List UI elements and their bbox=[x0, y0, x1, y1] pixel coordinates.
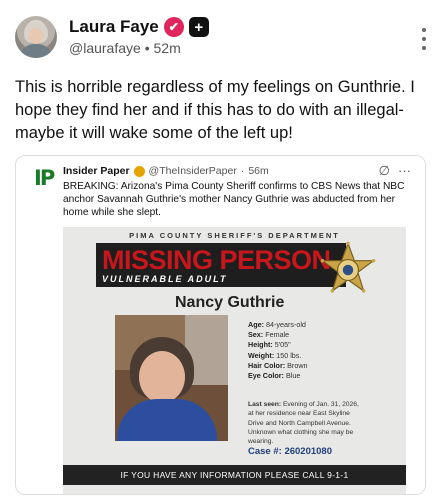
quoted-text: BREAKING: Arizona's Pima County Sheriff … bbox=[63, 181, 405, 218]
detail-row: Height: 5'05" bbox=[248, 340, 291, 350]
quoted-post-header: Insider Paper @TheInsiderPaper · 56m bbox=[63, 165, 269, 177]
quoted-handle[interactable]: @TheInsiderPaper bbox=[149, 165, 237, 177]
plus-icon[interactable]: + bbox=[188, 17, 209, 37]
poster-banner: MISSING PERSON VULNERABLE ADULT bbox=[96, 243, 346, 287]
display-name[interactable]: Laura Faye bbox=[69, 17, 159, 37]
person-details: Age: 84-years-old Sex: Female Height: 5'… bbox=[248, 320, 393, 381]
detail-row: Eye Color: Blue bbox=[248, 371, 301, 381]
sheriff-star-badge-icon bbox=[320, 241, 376, 293]
separator: • bbox=[144, 40, 150, 56]
last-seen: Last seen: Evening of Jan. 31, 2026, at … bbox=[248, 400, 363, 446]
verified-badge-icon: ✔ bbox=[163, 17, 184, 37]
missing-person-poster[interactable]: PIMA COUNTY SHERIFF'S DEPARTMENT MISSING… bbox=[63, 227, 406, 494]
quoted-icons: ∅ ··· bbox=[379, 163, 411, 179]
post-text: This is horrible regardless of my feelin… bbox=[15, 78, 415, 142]
grok-icon[interactable]: ∅ bbox=[379, 163, 390, 179]
detail-row: Hair Color: Brown bbox=[248, 360, 308, 370]
missing-person-photo bbox=[115, 315, 228, 441]
handle[interactable]: @laurafaye bbox=[69, 40, 141, 56]
post-time: 52m bbox=[153, 40, 181, 56]
gold-verified-icon bbox=[133, 165, 145, 177]
quoted-post-card[interactable]: IP Insider Paper @TheInsiderPaper · 56m … bbox=[15, 155, 426, 495]
detail-row: Weight: 150 lbs. bbox=[248, 350, 302, 360]
poster-department: PIMA COUNTY SHERIFF'S DEPARTMENT bbox=[129, 231, 340, 240]
quoted-time: 56m bbox=[248, 165, 269, 177]
poster-subheadline: VULNERABLE ADULT bbox=[102, 274, 228, 284]
post-header: Laura Faye ✔ + @laurafaye • 52m bbox=[15, 14, 427, 62]
more-vertical-icon[interactable] bbox=[421, 28, 427, 50]
insider-paper-logo: IP bbox=[34, 166, 55, 190]
more-horizontal-icon[interactable]: ··· bbox=[398, 163, 411, 179]
quoted-display-name[interactable]: Insider Paper bbox=[63, 165, 130, 177]
detail-row: Age: 84-years-old bbox=[248, 320, 306, 329]
name-row: Laura Faye ✔ + bbox=[69, 16, 209, 38]
detail-row: Sex: Female bbox=[248, 330, 290, 340]
poster-headline: MISSING PERSON bbox=[102, 245, 331, 275]
avatar[interactable] bbox=[15, 16, 57, 58]
case-number: Case #: 260201080 bbox=[248, 446, 333, 457]
quoted-separator: · bbox=[240, 165, 245, 177]
person-name: Nancy Guthrie bbox=[175, 294, 285, 311]
last-seen-label: Last seen: bbox=[248, 401, 282, 408]
poster-footer: IF YOU HAVE ANY INFORMATION PLEASE CALL … bbox=[63, 465, 406, 485]
handle-row: @laurafaye • 52m bbox=[69, 40, 181, 56]
